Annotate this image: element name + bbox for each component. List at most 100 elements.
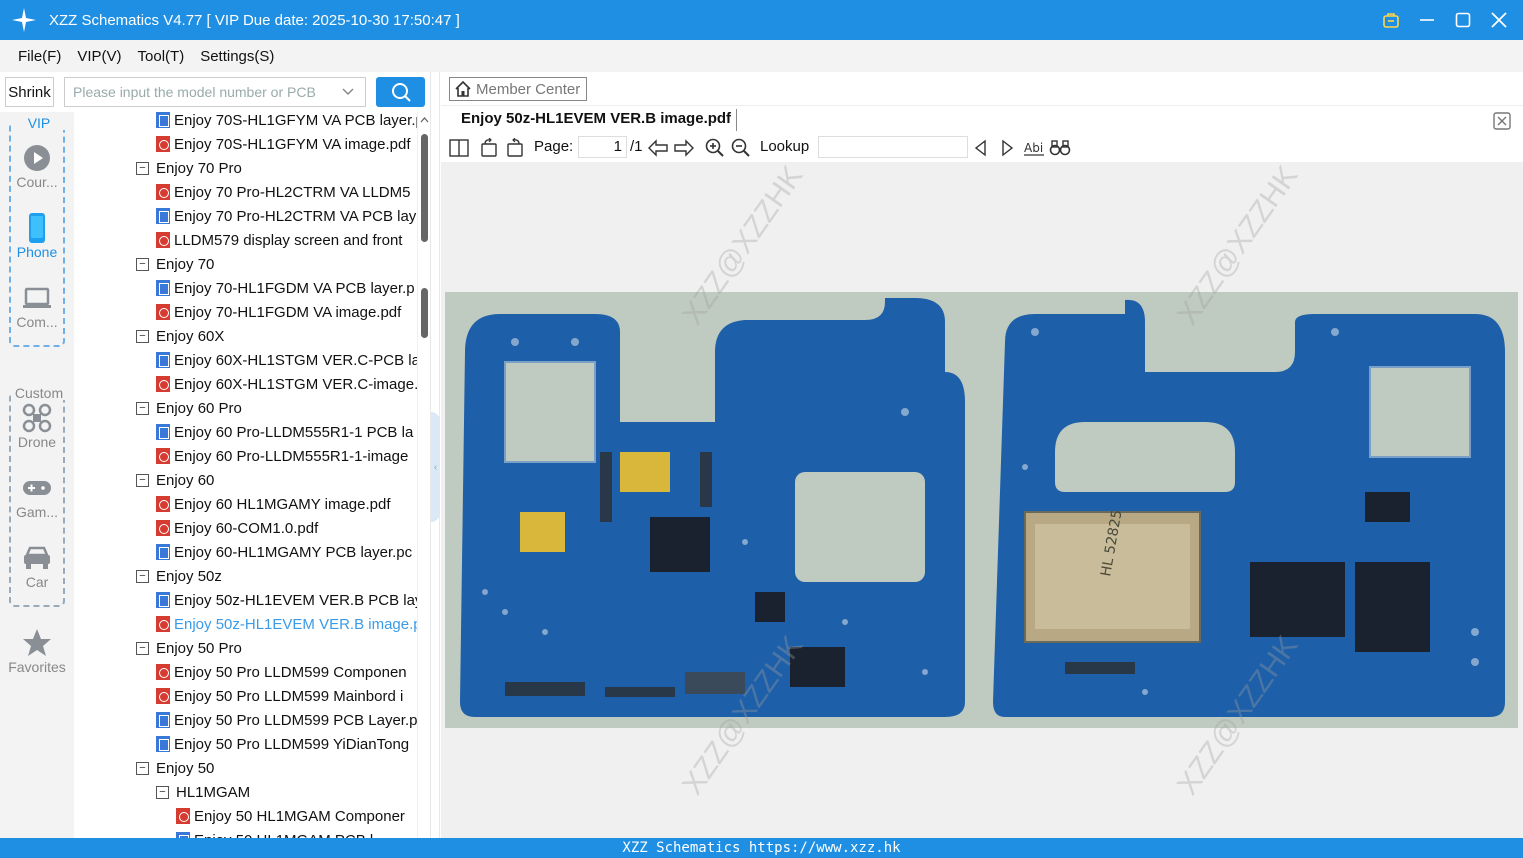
minimize-button[interactable] bbox=[1415, 8, 1439, 32]
tree-file[interactable]: Enjoy 70 Pro-HL2CTRM VA LLDM5 bbox=[156, 180, 410, 204]
tree-scrollbar[interactable] bbox=[417, 112, 430, 838]
tree-file[interactable]: Enjoy 50 Pro LLDM599 PCB Layer.p bbox=[156, 708, 417, 732]
collapse-toggle-icon[interactable]: − bbox=[136, 161, 149, 175]
sidebar-item-car[interactable]: Car bbox=[0, 542, 74, 590]
pdf-file-icon bbox=[176, 808, 190, 824]
tree-file[interactable]: Enjoy 60-COM1.0.pdf bbox=[156, 516, 318, 540]
rotate-left-button[interactable] bbox=[476, 137, 502, 159]
app-logo-icon bbox=[12, 8, 36, 32]
menu-bar: File(F) VIP(V) Tool(T) Settings(S) bbox=[0, 40, 1523, 72]
close-tab-icon[interactable] bbox=[1493, 112, 1511, 130]
toggle-panel-button[interactable] bbox=[446, 137, 472, 159]
pane-splitter[interactable]: ‹ bbox=[430, 72, 440, 838]
zoom-out-button[interactable] bbox=[728, 137, 754, 159]
tree-file[interactable]: Enjoy 50 HL1MGAM PCB l bbox=[176, 828, 373, 838]
find-previous-button[interactable] bbox=[968, 137, 994, 159]
tree-file[interactable]: Enjoy 60 Pro-LLDM555R1-1 PCB la bbox=[156, 420, 413, 444]
tree-file[interactable]: Enjoy 50 Pro LLDM599 Mainbord i bbox=[156, 684, 403, 708]
tree-file[interactable]: Enjoy 70S-HL1GFYM VA image.pdf bbox=[156, 132, 411, 156]
tree-file[interactable]: Enjoy 70-HL1FGDM VA image.pdf bbox=[156, 300, 401, 324]
tree-folder[interactable]: − Enjoy 70 bbox=[136, 252, 214, 276]
sidebar-item-courses[interactable]: Cour... bbox=[0, 142, 74, 190]
sidebar-item-favorites[interactable]: Favorites bbox=[0, 627, 74, 675]
tree-file[interactable]: Enjoy 50 Pro LLDM599 Componen bbox=[156, 660, 407, 684]
window-title: XZZ Schematics V4.77 [ VIP Due date: 202… bbox=[49, 11, 460, 29]
tree-item-label: Enjoy 70-HL1FGDM VA PCB layer.p bbox=[174, 279, 415, 297]
page-input[interactable]: 1 bbox=[578, 136, 627, 158]
menu-file[interactable]: File(F) bbox=[18, 48, 61, 65]
collapse-grip[interactable]: ‹ bbox=[431, 412, 440, 522]
tree-file[interactable]: Enjoy 60-HL1MGAMY PCB layer.pc bbox=[156, 540, 412, 564]
pdf-file-icon bbox=[156, 136, 170, 152]
collapse-toggle-icon[interactable]: − bbox=[136, 257, 149, 271]
sidebar-item-drone[interactable]: Drone bbox=[0, 402, 74, 450]
tree-folder[interactable]: − Enjoy 60 bbox=[136, 468, 214, 492]
sidebar-item-game[interactable]: Gam... bbox=[0, 472, 74, 520]
tree-scrollbar-thumb[interactable] bbox=[421, 134, 428, 242]
tree-file[interactable]: Enjoy 70-HL1FGDM VA PCB layer.p bbox=[156, 276, 415, 300]
tree-file[interactable]: Enjoy 60X-HL1STGM VER.C-PCB lay bbox=[156, 348, 417, 372]
tree-folder[interactable]: − Enjoy 60 Pro bbox=[136, 396, 242, 420]
vip-bag-icon[interactable] bbox=[1379, 8, 1403, 32]
tree-folder[interactable]: − Enjoy 50 bbox=[136, 756, 214, 780]
member-center-button[interactable]: Member Center bbox=[449, 77, 588, 101]
tree-folder[interactable]: − Enjoy 50 Pro bbox=[136, 636, 242, 660]
lookup-input[interactable] bbox=[818, 136, 968, 158]
find-all-button[interactable] bbox=[1047, 137, 1073, 159]
collapse-toggle-icon[interactable]: − bbox=[136, 569, 149, 583]
tree-file[interactable]: Enjoy 70S-HL1GFYM VA PCB layer.p bbox=[156, 112, 417, 132]
collapse-toggle-icon[interactable]: − bbox=[136, 329, 149, 343]
collapse-toggle-icon[interactable]: − bbox=[136, 473, 149, 487]
zoom-in-icon bbox=[705, 138, 724, 157]
tree-file[interactable]: Enjoy 70 Pro-HL2CTRM VA PCB lay bbox=[156, 204, 416, 228]
collapse-toggle-icon[interactable]: − bbox=[156, 785, 169, 799]
menu-tool[interactable]: Tool(T) bbox=[138, 48, 185, 65]
menu-vip[interactable]: VIP(V) bbox=[77, 48, 121, 65]
tree-item-label: Enjoy 50z-HL1EVEM VER.B image.p bbox=[174, 615, 417, 633]
tree-file[interactable]: Enjoy 50 HL1MGAM Componer bbox=[176, 804, 405, 828]
model-search-input[interactable]: Please input the model number or PCB bbox=[64, 77, 366, 107]
pdf-file-icon bbox=[156, 616, 170, 632]
search-button[interactable] bbox=[376, 77, 425, 107]
find-next-button[interactable] bbox=[994, 137, 1020, 159]
tree-folder[interactable]: − Enjoy 70 Pro bbox=[136, 156, 242, 180]
rotate-right-button[interactable] bbox=[502, 137, 528, 159]
zoom-out-icon bbox=[731, 138, 750, 157]
tree-scrollbar-thumb-secondary[interactable] bbox=[421, 288, 428, 338]
pcb-file-icon bbox=[156, 112, 170, 128]
sidebar-item-computer[interactable]: Com... bbox=[0, 282, 74, 330]
phone-icon bbox=[29, 213, 45, 243]
tree-file[interactable]: LLDM579 display screen and front bbox=[156, 228, 402, 252]
tree-item-label: Enjoy 60-COM1.0.pdf bbox=[174, 519, 319, 537]
prev-page-button[interactable] bbox=[645, 137, 671, 159]
search-row: Shrink Please input the model number or … bbox=[5, 77, 430, 107]
binoculars-icon bbox=[1049, 140, 1071, 156]
collapse-toggle-icon[interactable]: − bbox=[136, 761, 149, 775]
tree-file[interactable]: Enjoy 50 Pro LLDM599 YiDianTong bbox=[156, 732, 409, 756]
chevron-down-icon[interactable] bbox=[341, 85, 355, 99]
sidebar-item-phone[interactable]: Phone bbox=[0, 212, 74, 260]
tree-item-label: Enjoy 50 Pro bbox=[156, 639, 242, 657]
tree-folder[interactable]: − Enjoy 50z bbox=[136, 564, 222, 588]
collapse-toggle-icon[interactable]: − bbox=[136, 641, 149, 655]
tree-file[interactable]: Enjoy 50z-HL1EVEM VER.B image.p bbox=[156, 612, 417, 636]
close-button[interactable] bbox=[1487, 8, 1511, 32]
document-tab[interactable]: Enjoy 50z-HL1EVEM VER.B image.pdf bbox=[461, 110, 731, 127]
collapse-toggle-icon[interactable]: − bbox=[136, 401, 149, 415]
viewer-pane: Member Center Enjoy 50z-HL1EVEM VER.B im… bbox=[441, 72, 1523, 838]
zoom-in-button[interactable] bbox=[702, 137, 728, 159]
tree-folder[interactable]: − HL1MGAM bbox=[156, 780, 250, 804]
maximize-button[interactable] bbox=[1451, 8, 1475, 32]
tree-file[interactable]: Enjoy 60 HL1MGAMY image.pdf bbox=[156, 492, 391, 516]
shrink-button[interactable]: Shrink bbox=[5, 77, 54, 107]
pdf-file-icon bbox=[156, 448, 170, 464]
document-viewer[interactable]: HL 52825 XZZ@XZZHK XZZ@XZZHK XZZ@XZZHK X… bbox=[441, 160, 1523, 838]
tree-file[interactable]: Enjoy 60 Pro-LLDM555R1-1-image bbox=[156, 444, 408, 468]
tree-file[interactable]: Enjoy 50z-HL1EVEM VER.B PCB lay bbox=[156, 588, 417, 612]
tree-file[interactable]: Enjoy 60X-HL1STGM VER.C-image. bbox=[156, 372, 417, 396]
tree-folder[interactable]: − Enjoy 60X bbox=[136, 324, 224, 348]
tree-item-label: Enjoy 60X bbox=[156, 327, 225, 345]
next-page-button[interactable] bbox=[671, 137, 697, 159]
match-case-button[interactable]: Abi bbox=[1021, 137, 1047, 159]
menu-settings[interactable]: Settings(S) bbox=[200, 48, 274, 65]
